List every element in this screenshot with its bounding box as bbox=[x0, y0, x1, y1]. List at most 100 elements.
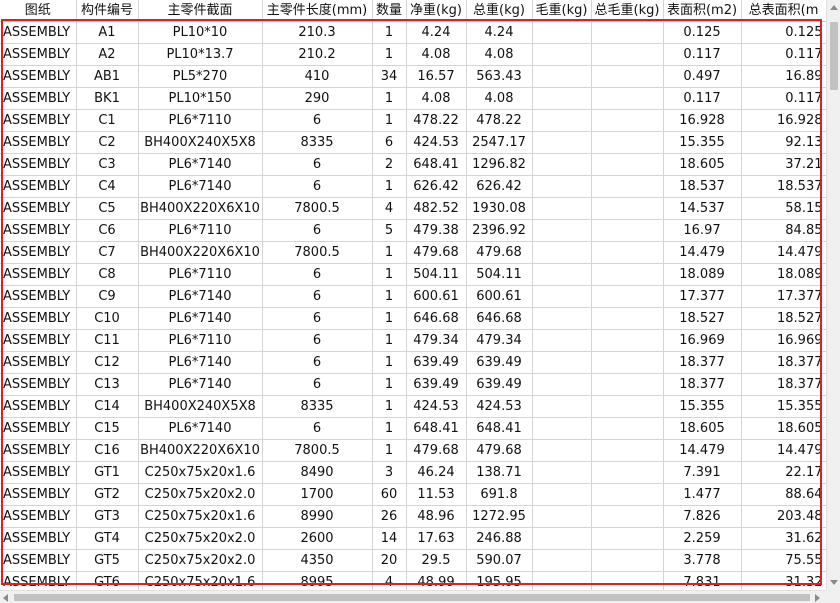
cell-gross-weight[interactable] bbox=[532, 131, 592, 154]
cell-total-gross-weight[interactable] bbox=[591, 263, 664, 286]
cell-main-section[interactable]: PL5*270 bbox=[138, 65, 263, 88]
cell-surface-area[interactable]: 16.969 bbox=[663, 329, 742, 352]
cell-total-surface-area[interactable]: 18.527 bbox=[741, 307, 826, 330]
cell-total-surface-area[interactable]: 0.125 bbox=[741, 21, 826, 44]
cell-total-surface-area[interactable]: 16.928 bbox=[741, 109, 826, 132]
cell-main-length[interactable]: 290 bbox=[262, 87, 373, 110]
cell-drawing[interactable]: ASSEMBLY bbox=[0, 549, 77, 572]
table-row[interactable]: ASSEMBLY GT3 C250x75x20x1.6 8990 26 48.96 1272… bbox=[0, 505, 826, 528]
cell-drawing[interactable]: ASSEMBLY bbox=[0, 109, 77, 132]
cell-part-number[interactable]: C4 bbox=[76, 175, 139, 198]
cell-surface-area[interactable]: 2.259 bbox=[663, 527, 742, 550]
cell-main-length[interactable]: 6 bbox=[262, 417, 373, 440]
cell-main-section[interactable]: C250x75x20x2.0 bbox=[138, 527, 263, 550]
cell-drawing[interactable]: ASSEMBLY bbox=[0, 131, 77, 154]
cell-surface-area[interactable]: 0.117 bbox=[663, 43, 742, 66]
cell-main-section[interactable]: PL6*7110 bbox=[138, 329, 263, 352]
cell-surface-area[interactable]: 18.377 bbox=[663, 373, 742, 396]
table-row[interactable]: ASSEMBLY AB1 PL5*270 410 34 16.57 563.43 0.497 1… bbox=[0, 65, 826, 88]
cell-total-gross-weight[interactable] bbox=[591, 109, 664, 132]
cell-gross-weight[interactable] bbox=[532, 505, 592, 528]
cell-total-gross-weight[interactable] bbox=[591, 43, 664, 66]
cell-net-weight[interactable]: 639.49 bbox=[406, 373, 467, 396]
cell-total-weight[interactable]: 195.95 bbox=[466, 571, 533, 590]
vertical-scrollbar[interactable] bbox=[826, 0, 840, 590]
cell-total-gross-weight[interactable] bbox=[591, 417, 664, 440]
cell-total-gross-weight[interactable] bbox=[591, 329, 664, 352]
cell-part-number[interactable]: C10 bbox=[76, 307, 139, 330]
cell-part-number[interactable]: AB1 bbox=[76, 65, 139, 88]
cell-gross-weight[interactable] bbox=[532, 439, 592, 462]
cell-main-length[interactable]: 6 bbox=[262, 329, 373, 352]
cell-total-gross-weight[interactable] bbox=[591, 21, 664, 44]
cell-total-gross-weight[interactable] bbox=[591, 527, 664, 550]
cell-net-weight[interactable]: 16.57 bbox=[406, 65, 467, 88]
cell-total-surface-area[interactable]: 16.969 bbox=[741, 329, 826, 352]
cell-quantity[interactable]: 34 bbox=[372, 65, 407, 88]
cell-total-surface-area[interactable]: 31.62 bbox=[741, 527, 826, 550]
cell-main-section[interactable]: BH400X240X5X8 bbox=[138, 395, 263, 418]
cell-gross-weight[interactable] bbox=[532, 153, 592, 176]
cell-total-surface-area[interactable]: 18.537 bbox=[741, 175, 826, 198]
cell-total-weight[interactable]: 563.43 bbox=[466, 65, 533, 88]
cell-drawing[interactable]: ASSEMBLY bbox=[0, 373, 77, 396]
cell-part-number[interactable]: GT2 bbox=[76, 483, 139, 506]
cell-net-weight[interactable]: 4.24 bbox=[406, 21, 467, 44]
cell-main-length[interactable]: 6 bbox=[262, 373, 373, 396]
cell-part-number[interactable]: GT4 bbox=[76, 527, 139, 550]
cell-total-weight[interactable]: 646.68 bbox=[466, 307, 533, 330]
cell-drawing[interactable]: ASSEMBLY bbox=[0, 241, 77, 264]
cell-part-number[interactable]: C5 bbox=[76, 197, 139, 220]
cell-total-weight[interactable]: 639.49 bbox=[466, 351, 533, 374]
cell-part-number[interactable]: C15 bbox=[76, 417, 139, 440]
cell-quantity[interactable]: 1 bbox=[372, 395, 407, 418]
cell-main-length[interactable]: 6 bbox=[262, 263, 373, 286]
table-row[interactable]: ASSEMBLY GT2 C250x75x20x2.0 1700 60 11.53 691.… bbox=[0, 483, 826, 506]
cell-drawing[interactable]: ASSEMBLY bbox=[0, 285, 77, 308]
cell-gross-weight[interactable] bbox=[532, 197, 592, 220]
cell-main-section[interactable]: PL6*7110 bbox=[138, 109, 263, 132]
cell-total-weight[interactable]: 1296.82 bbox=[466, 153, 533, 176]
cell-drawing[interactable]: ASSEMBLY bbox=[0, 527, 77, 550]
cell-net-weight[interactable]: 17.63 bbox=[406, 527, 467, 550]
table-row[interactable]: ASSEMBLY C8 PL6*7110 6 1 504.11 504.11 18.089 18… bbox=[0, 263, 826, 286]
cell-drawing[interactable]: ASSEMBLY bbox=[0, 571, 77, 590]
cell-total-surface-area[interactable]: 58.15 bbox=[741, 197, 826, 220]
cell-gross-weight[interactable] bbox=[532, 329, 592, 352]
cell-total-gross-weight[interactable] bbox=[591, 197, 664, 220]
cell-net-weight[interactable]: 600.61 bbox=[406, 285, 467, 308]
cell-main-length[interactable]: 6 bbox=[262, 351, 373, 374]
cell-main-length[interactable]: 210.2 bbox=[262, 43, 373, 66]
cell-net-weight[interactable]: 479.68 bbox=[406, 241, 467, 264]
column-header-total-gross-weight[interactable]: 总毛重(kg) bbox=[591, 0, 664, 22]
cell-main-section[interactable]: BH400X220X6X10 bbox=[138, 197, 263, 220]
cell-main-section[interactable]: PL6*7140 bbox=[138, 351, 263, 374]
cell-total-weight[interactable]: 4.08 bbox=[466, 43, 533, 66]
cell-gross-weight[interactable] bbox=[532, 571, 592, 590]
cell-net-weight[interactable]: 479.38 bbox=[406, 219, 467, 242]
table-row[interactable]: ASSEMBLY C6 PL6*7110 6 5 479.38 2396.92 16.97 84… bbox=[0, 219, 826, 242]
cell-total-weight[interactable]: 504.11 bbox=[466, 263, 533, 286]
cell-part-number[interactable]: C12 bbox=[76, 351, 139, 374]
cell-total-weight[interactable]: 590.07 bbox=[466, 549, 533, 572]
cell-quantity[interactable]: 4 bbox=[372, 571, 407, 590]
cell-main-length[interactable]: 7800.5 bbox=[262, 241, 373, 264]
cell-surface-area[interactable]: 0.125 bbox=[663, 21, 742, 44]
cell-main-length[interactable]: 1700 bbox=[262, 483, 373, 506]
cell-quantity[interactable]: 3 bbox=[372, 461, 407, 484]
cell-main-section[interactable]: PL10*10 bbox=[138, 21, 263, 44]
cell-total-surface-area[interactable]: 18.377 bbox=[741, 373, 826, 396]
cell-drawing[interactable]: ASSEMBLY bbox=[0, 395, 77, 418]
cell-surface-area[interactable]: 18.377 bbox=[663, 351, 742, 374]
cell-net-weight[interactable]: 48.96 bbox=[406, 505, 467, 528]
cell-gross-weight[interactable] bbox=[532, 87, 592, 110]
cell-main-section[interactable]: PL6*7140 bbox=[138, 153, 263, 176]
cell-drawing[interactable]: ASSEMBLY bbox=[0, 197, 77, 220]
cell-main-length[interactable]: 7800.5 bbox=[262, 439, 373, 462]
cell-quantity[interactable]: 1 bbox=[372, 241, 407, 264]
table-row[interactable]: ASSEMBLY C5 BH400X220X6X10 7800.5 4 482.52 193… bbox=[0, 197, 826, 220]
cell-main-length[interactable]: 6 bbox=[262, 153, 373, 176]
column-header-gross-weight[interactable]: 毛重(kg) bbox=[532, 0, 592, 22]
cell-main-section[interactable]: C250x75x20x2.0 bbox=[138, 483, 263, 506]
cell-surface-area[interactable]: 15.355 bbox=[663, 131, 742, 154]
